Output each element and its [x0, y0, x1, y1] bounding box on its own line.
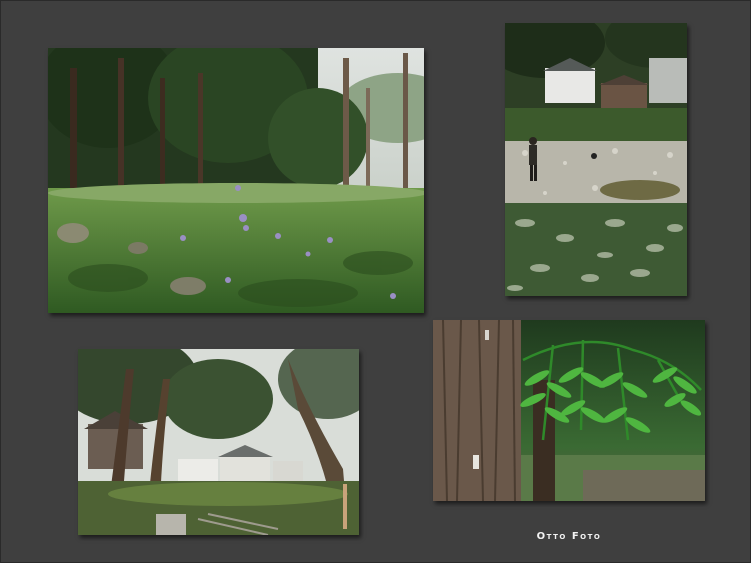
tree-trunk-branch-image	[433, 320, 705, 501]
photo-trees-village[interactable]	[78, 349, 359, 535]
photographer-caption: Otto Foto	[536, 531, 602, 542]
collage-canvas: Otto Foto	[0, 0, 751, 563]
forest-meadow-image	[48, 48, 424, 313]
trees-village-image	[78, 349, 359, 535]
photo-village-riverbed[interactable]	[505, 23, 687, 296]
photo-tree-trunk-branch[interactable]	[433, 320, 705, 501]
village-riverbed-image	[505, 23, 687, 296]
photo-forest-meadow[interactable]	[48, 48, 424, 313]
